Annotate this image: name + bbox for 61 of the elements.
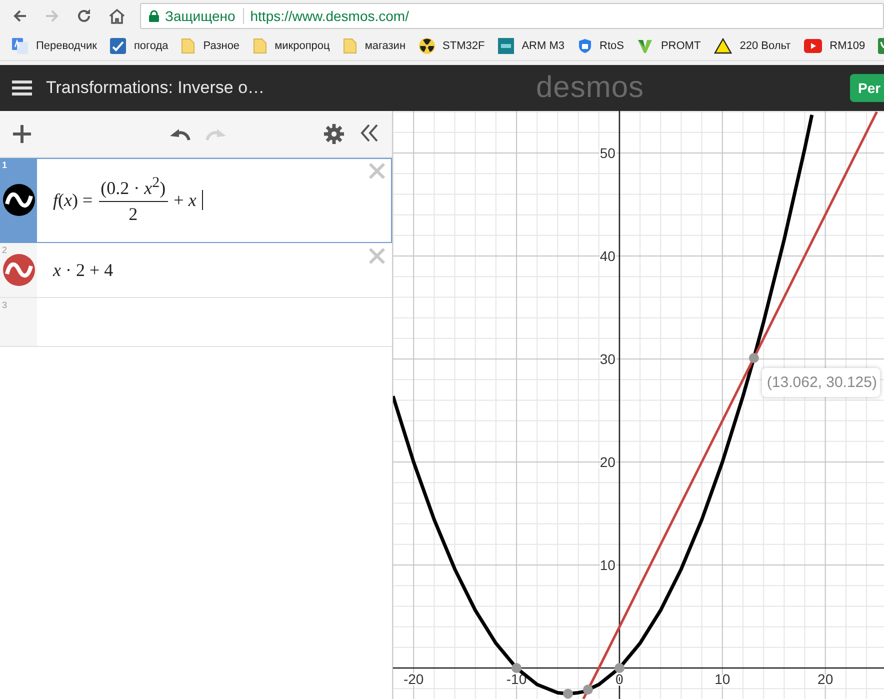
check-icon [110, 38, 126, 54]
point-marker[interactable] [614, 663, 624, 673]
y-tick-label: 30 [600, 351, 616, 368]
x-tick-label: -20 [403, 671, 424, 687]
logo: desmos [536, 71, 644, 105]
collapse-icon[interactable] [360, 124, 380, 142]
bookmark-link[interactable]: Разное [203, 40, 240, 52]
expression-lhs: f(x) = [53, 190, 93, 210]
y-tick-label: 10 [600, 557, 616, 573]
undo-icon[interactable] [169, 127, 191, 141]
fraction-numerator: (0.2 · x$^{2}$) [98, 175, 168, 202]
line-number: 2 [2, 245, 8, 255]
x-tick-label: 10 [714, 671, 730, 687]
fraction-denominator: 2 [128, 203, 138, 225]
bookmark-link[interactable]: RM109 [830, 40, 866, 52]
bookmark-link[interactable]: ARM M3 [522, 40, 564, 52]
coordinates-tooltip: (13.062, 30.125) [762, 368, 880, 397]
bookmark-link[interactable]: микропроц [274, 40, 330, 52]
radiation-icon [418, 38, 435, 54]
point-marker[interactable] [512, 663, 522, 673]
bookmark-link[interactable]: STM32F [442, 40, 485, 52]
bookmark-link[interactable]: PROMT [660, 40, 701, 52]
reload-icon[interactable] [76, 8, 92, 24]
point-marker[interactable] [582, 684, 593, 695]
folder-icon [181, 38, 196, 54]
play-icon [804, 39, 822, 53]
folder-icon [342, 38, 357, 54]
v-icon [636, 38, 653, 54]
add-icon[interactable] [12, 124, 32, 144]
y-tick-label: 50 [600, 145, 616, 162]
url-text: https://www.desmos.com/ [250, 8, 409, 24]
address-bar[interactable]: Защищено https://www.desmos.com/ [140, 3, 884, 29]
translate-icon [12, 38, 28, 54]
bookmark-link[interactable]: Переводчик [36, 40, 97, 52]
bookmark-link[interactable]: магазин [364, 40, 406, 52]
settings-icon[interactable] [324, 124, 344, 144]
y-tick-label: 20 [600, 454, 616, 470]
point-marker[interactable] [563, 688, 573, 699]
y-tick-label: 40 [600, 248, 616, 264]
line-number: 1 [2, 160, 8, 170]
expression-term: + x [174, 190, 196, 210]
home-icon[interactable] [108, 8, 126, 24]
point-marker[interactable] [748, 352, 759, 363]
bookmark-link[interactable]: 220 Вольт [740, 40, 791, 52]
chip-icon [498, 38, 514, 54]
function-curve[interactable] [582, 111, 878, 699]
line-number: 3 [2, 300, 8, 310]
shield-icon [578, 38, 592, 54]
warning-icon [714, 38, 732, 54]
wave-icon[interactable] [2, 184, 34, 216]
security-label: Защищено [165, 8, 244, 24]
menu-icon[interactable] [12, 80, 32, 96]
bookmark-link[interactable]: RtoS [600, 40, 624, 52]
back-icon[interactable] [12, 8, 28, 24]
expression-text: x · 2 + 4 [53, 260, 114, 280]
x-tick-label: 20 [818, 671, 834, 687]
expression-row[interactable]: 1 f(x) = (0.2 · x$^{2}$) 2 + x [0, 158, 392, 243]
folder-icon [252, 38, 267, 54]
bookmark-link[interactable]: погода [134, 40, 168, 52]
lock-icon [149, 10, 159, 22]
graph-title: Transformations: Inverse o… [46, 78, 265, 98]
